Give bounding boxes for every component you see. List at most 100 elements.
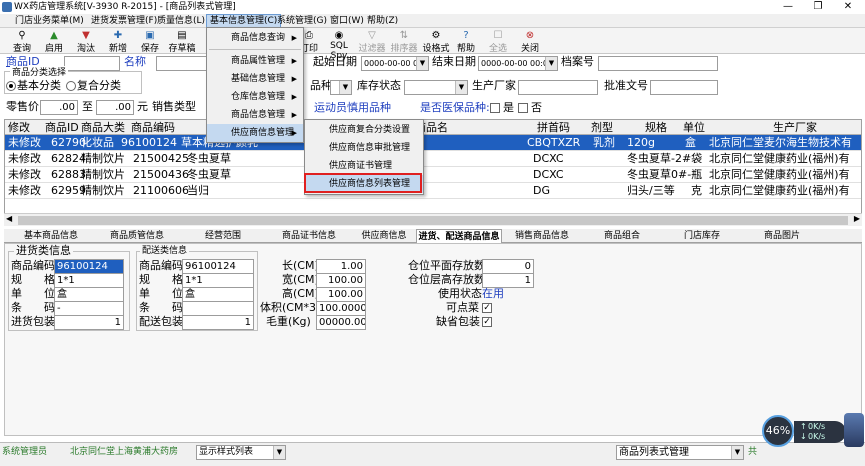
p-barcode-field[interactable]: - xyxy=(54,301,124,316)
scrollbar-thumb[interactable] xyxy=(18,216,848,225)
table-row[interactable]: 未修改 62824 精制饮片 21500425 冬虫夏草 DCXC 冬虫夏草-2… xyxy=(5,151,861,167)
goods-id-input[interactable] xyxy=(64,56,120,71)
menu-item-warehouse[interactable]: 仓库信息管理 ▶ xyxy=(207,88,303,106)
minimize-button[interactable]: — xyxy=(773,0,803,14)
d-spec-field[interactable]: 1*1 xyxy=(182,273,254,288)
tab-combination[interactable]: 商品组合 xyxy=(582,229,662,243)
col-code[interactable]: 商品编码 xyxy=(131,120,175,135)
p-code-field[interactable]: 96100124 xyxy=(54,259,124,274)
query-button[interactable]: ⚲ 查询 xyxy=(6,30,38,54)
highlight-box xyxy=(304,173,422,193)
draft-button[interactable]: ▤ 存草稿 xyxy=(166,30,198,54)
dismantle-checkbox[interactable]: ✓ xyxy=(482,303,492,313)
tab-supplier[interactable]: 供应商信息 xyxy=(352,229,416,243)
col-pinyin[interactable]: 拼首码 xyxy=(537,120,570,135)
flat-qty-field[interactable]: 0 xyxy=(482,259,534,274)
menu-purchase-invoice[interactable]: 进货发票管理(F) xyxy=(88,14,160,28)
tab-sales[interactable]: 销售商品信息 xyxy=(502,229,582,243)
menu-store-business[interactable]: 门店业务菜单(M) xyxy=(12,14,87,28)
menu-quality-info[interactable]: 质量信息(L) xyxy=(154,14,208,28)
weight-field[interactable]: 00000.0000 xyxy=(316,315,366,330)
menu-system[interactable]: 系统管理(G) xyxy=(274,14,330,28)
price-from-input[interactable]: .00 xyxy=(40,100,78,115)
tab-purchase-delivery[interactable]: 进货、配送商品信息 xyxy=(416,229,502,244)
add-button[interactable]: ✚ 新增 xyxy=(102,30,134,54)
menu-help[interactable]: 帮助(Z) xyxy=(364,14,401,28)
menu-item-basic-info[interactable]: 基础信息管理 ▶ xyxy=(207,70,303,88)
enable-button[interactable]: ▲ 启用 xyxy=(38,30,70,54)
d-unit-field[interactable]: 盒 xyxy=(182,287,254,302)
tab-business-scope[interactable]: 经营范围 xyxy=(180,229,266,243)
product-type-select[interactable]: ▼ xyxy=(330,80,352,95)
tab-store-stock[interactable]: 门店库存 xyxy=(662,229,742,243)
end-date-picker[interactable]: 0000-00-00 00:00:00 ▼ xyxy=(478,56,558,71)
composite-category-radio[interactable] xyxy=(66,81,76,91)
close-window-button[interactable]: ✕ xyxy=(833,0,863,14)
d-barcode-field[interactable] xyxy=(182,301,254,316)
height-field[interactable]: 100.00 xyxy=(316,287,366,302)
tab-basic-info[interactable]: 基本商品信息 xyxy=(8,229,94,243)
col-modified[interactable]: 修改 xyxy=(8,120,30,135)
archive-no-input[interactable] xyxy=(598,56,718,71)
scroll-left-icon[interactable]: ◀ xyxy=(6,214,12,223)
close-button[interactable]: ⊗ 关闭 xyxy=(514,30,546,54)
name-input[interactable] xyxy=(156,56,208,71)
table-row[interactable]: 未修改 62883 精制饮片 21500436 冬虫夏草 DCXC 冬虫夏草0#… xyxy=(5,167,861,183)
manufacturer-input[interactable] xyxy=(518,80,598,95)
save-button[interactable]: ▣ 保存 xyxy=(134,30,166,54)
filter-button[interactable]: ▽ 过滤器 xyxy=(356,30,388,54)
discard-button[interactable]: ▼ 淘汰 xyxy=(70,30,102,54)
status-value: 在用 xyxy=(482,287,504,300)
p-unit-field[interactable]: 盒 xyxy=(54,287,124,302)
insurance-no-checkbox[interactable] xyxy=(518,103,528,113)
col-category[interactable]: 商品大类 xyxy=(81,120,125,135)
module-select[interactable]: 商品列表式管理 ▼ xyxy=(616,445,744,460)
grid-horizontal-scrollbar[interactable]: ◀ ▶ xyxy=(4,213,862,226)
format-button[interactable]: ⚙ 设格式 xyxy=(420,30,452,54)
d-pack-field[interactable]: 1 xyxy=(182,315,254,330)
col-spec[interactable]: 规格 xyxy=(645,120,667,135)
menu-item-supplier-info[interactable]: 供应商信息管理 ▶ xyxy=(207,124,303,142)
menu-item-goods-query[interactable]: 商品信息查询 ▶ xyxy=(207,29,303,47)
menu-item-goods-attr[interactable]: 商品属性管理 ▶ xyxy=(207,52,303,70)
price-to-input[interactable]: .00 xyxy=(96,100,134,115)
scroll-right-icon[interactable]: ▶ xyxy=(854,214,860,223)
chevron-down-icon: ▼ xyxy=(455,81,467,94)
basic-category-radio[interactable] xyxy=(6,81,16,91)
menu-basic-info[interactable]: 基本信息管理(C) xyxy=(206,14,282,28)
tab-certificates[interactable]: 商品证书信息 xyxy=(266,229,352,243)
menu-item-supplier-approval[interactable]: 供应商信息审批管理 xyxy=(305,139,423,157)
sql-spy-button[interactable]: ◉ SQL Spy xyxy=(322,30,356,61)
stock-status-select[interactable]: ▼ xyxy=(404,80,468,95)
layer-qty-field[interactable]: 1 xyxy=(482,273,534,288)
volume-field[interactable]: 100.0000 xyxy=(316,301,366,316)
short-pack-checkbox[interactable]: ✓ xyxy=(482,317,492,327)
system-monitor-widget[interactable]: 46% ↑ 0K/s ↓ 0K/s xyxy=(758,413,865,449)
p-pack-field[interactable]: 1 xyxy=(54,315,124,330)
approval-no-input[interactable] xyxy=(650,80,718,95)
menu-item-supplier-category[interactable]: 供应商复合分类设置 xyxy=(305,121,423,139)
view-mode-select[interactable]: 显示样式列表 ▼ xyxy=(196,445,286,460)
maximize-button[interactable]: ❐ xyxy=(803,0,833,14)
end-date-label: 结束日期 xyxy=(432,55,476,68)
table-row[interactable]: 未修改 62959 精制饮片 21100606 当归 DG 归头/三等 克 北京… xyxy=(5,183,861,199)
menu-window[interactable]: 窗口(W) xyxy=(327,14,367,28)
p-spec-field[interactable]: 1*1 xyxy=(54,273,124,288)
width-field[interactable]: 100.00 xyxy=(316,273,366,288)
table-row[interactable]: 未修改 62790 化妆品 96100124 草本精选护颜乳 CBQTXZR 乳… xyxy=(5,135,861,151)
sort-button[interactable]: ⇅ 排序器 xyxy=(388,30,420,54)
col-goods-id[interactable]: 商品ID xyxy=(45,120,79,135)
col-manufacturer[interactable]: 生产厂家 xyxy=(773,120,817,135)
tab-images[interactable]: 商品图片 xyxy=(742,229,822,243)
d-code-field[interactable]: 96100124 xyxy=(182,259,254,274)
menu-item-goods-info[interactable]: 商品信息管理 ▶ xyxy=(207,106,303,124)
length-field[interactable]: 1.00 xyxy=(316,259,366,274)
help-button[interactable]: ? 帮助 xyxy=(450,30,482,54)
col-dosage[interactable]: 剂型 xyxy=(591,120,613,135)
insurance-yes-checkbox[interactable] xyxy=(490,103,500,113)
tab-quality-info[interactable]: 商品质管信息 xyxy=(94,229,180,243)
select-all-button[interactable]: ☐ 全选 xyxy=(482,30,514,54)
start-date-picker[interactable]: 0000-00-00 00:00:00▼ xyxy=(361,56,429,71)
col-unit[interactable]: 单位 xyxy=(683,120,705,135)
download-icon: ↓ xyxy=(800,432,807,441)
